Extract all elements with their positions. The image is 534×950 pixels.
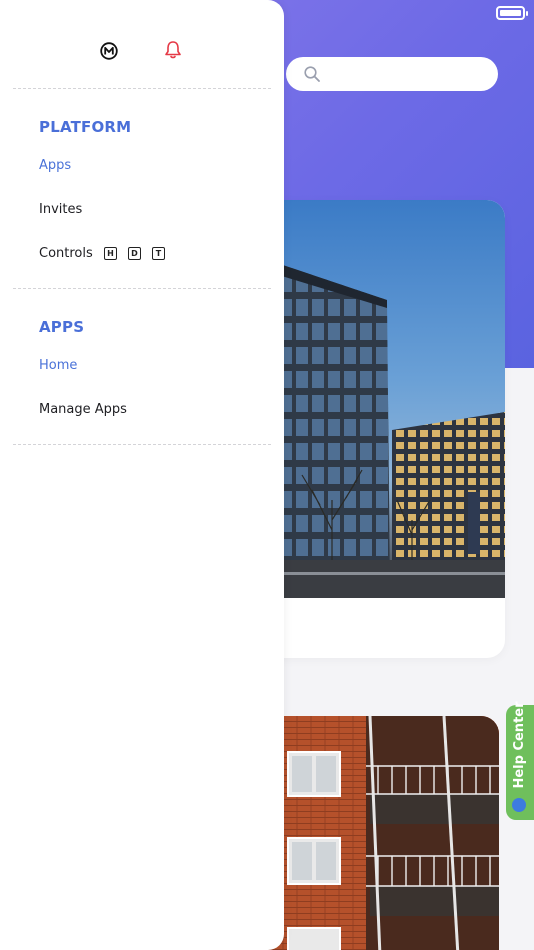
help-icon — [512, 798, 526, 812]
navigation-drawer: PLATFORM Apps Invites Controls H D T APP… — [0, 0, 284, 950]
building-card[interactable] — [262, 200, 505, 658]
nav-item-invites[interactable]: Invites — [39, 202, 82, 217]
nav-item-home[interactable]: Home — [39, 358, 77, 373]
nav-item-manage-apps[interactable]: Manage Apps — [39, 402, 127, 417]
search-icon — [304, 66, 320, 82]
apartment-card[interactable] — [262, 716, 499, 950]
badge-h: H — [104, 247, 117, 260]
section-title-platform: PLATFORM — [39, 118, 132, 136]
battery-icon — [496, 6, 528, 20]
badge-d: D — [128, 247, 141, 260]
badge-t: T — [152, 247, 165, 260]
help-center-label[interactable]: Help Center — [509, 690, 531, 800]
search-input[interactable] — [286, 57, 498, 91]
section-title-apps: APPS — [39, 318, 85, 336]
controls-badges: H D T — [104, 247, 165, 260]
nav-item-apps[interactable]: Apps — [39, 158, 71, 173]
building-photo — [262, 200, 505, 598]
nav-item-controls[interactable]: Controls — [39, 246, 93, 261]
divider — [13, 288, 271, 289]
logo-icon[interactable] — [100, 42, 118, 60]
divider — [13, 444, 271, 445]
divider — [13, 88, 271, 89]
drawer-header — [0, 38, 284, 64]
bell-icon[interactable] — [164, 40, 182, 60]
apartment-photo — [262, 716, 499, 950]
